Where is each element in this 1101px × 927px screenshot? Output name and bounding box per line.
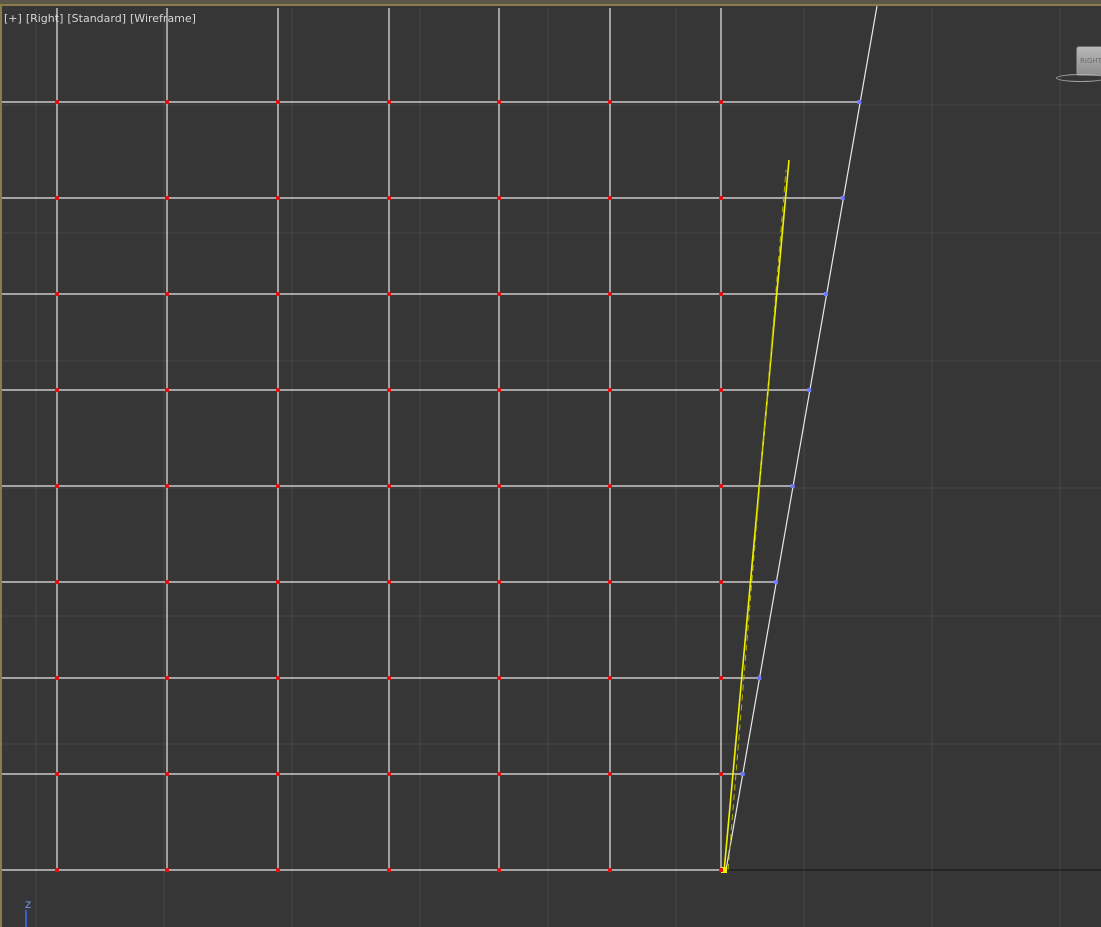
mesh-vertex — [387, 292, 391, 296]
viewport-active-border-top — [0, 0, 1101, 6]
mesh-vertex — [387, 100, 391, 104]
mesh-vertex — [165, 100, 169, 104]
mesh-vertex — [55, 580, 59, 584]
mesh-vertex — [276, 676, 280, 680]
mesh-vertex — [608, 196, 612, 200]
mesh-vertex — [387, 196, 391, 200]
viewport-scene[interactable] — [0, 0, 1101, 927]
viewport-shading-menu[interactable]: [Standard] — [67, 12, 126, 26]
mesh-vertex — [719, 772, 723, 776]
mesh-vertex — [165, 580, 169, 584]
viewport-display-menu[interactable]: [Wireframe] — [130, 12, 196, 26]
mesh-vertex-selected — [790, 484, 795, 488]
mesh-vertex-selected — [807, 388, 812, 392]
mesh-vertex — [165, 292, 169, 296]
mesh-vertex — [497, 580, 501, 584]
mesh-vertex — [497, 100, 501, 104]
mesh-vertex — [165, 484, 169, 488]
mesh-vertex — [387, 580, 391, 584]
mesh-vertex-selected — [840, 196, 845, 200]
viewcube-face-right[interactable]: RIGHT — [1076, 46, 1101, 76]
mesh-vertex — [276, 196, 280, 200]
mesh-vertex — [719, 868, 723, 872]
mesh-vertex — [608, 676, 612, 680]
mesh-vertex — [165, 676, 169, 680]
mesh-vertex-selected — [740, 772, 745, 776]
mesh-vertex — [387, 868, 391, 872]
mesh-vertex — [719, 580, 723, 584]
mesh-vertex-selected — [857, 100, 862, 104]
mesh-vertex — [55, 676, 59, 680]
mesh-vertex — [165, 772, 169, 776]
mesh-vertex — [55, 292, 59, 296]
mesh-vertex — [608, 580, 612, 584]
mesh-vertex — [276, 868, 280, 872]
mesh-vertex — [719, 292, 723, 296]
viewport-right-wireframe[interactable]: [+] [Right] [Standard] [Wireframe] RIGHT… — [0, 0, 1101, 927]
mesh-vertex — [497, 292, 501, 296]
viewcube-compass-ring[interactable] — [1056, 74, 1101, 82]
mesh-vertex — [276, 388, 280, 392]
mesh-vertex — [608, 388, 612, 392]
mesh-vertex — [165, 196, 169, 200]
mesh-vertex — [387, 388, 391, 392]
spline-line — [723, 159, 790, 873]
mesh-vertex — [276, 292, 280, 296]
mesh-vertex — [608, 868, 612, 872]
mesh-vertex-selected — [774, 580, 778, 584]
mesh-vertex — [276, 580, 280, 584]
mesh-vertex — [608, 100, 612, 104]
mesh-vertex — [719, 676, 723, 680]
mesh-vertex — [608, 484, 612, 488]
mesh-vertex — [55, 196, 59, 200]
mesh-vertex — [165, 868, 169, 872]
mesh-vertex — [276, 100, 280, 104]
mesh-vertex — [276, 484, 280, 488]
mesh-vertex — [497, 772, 501, 776]
mesh-edge-slanted — [725, 5, 878, 871]
mesh-vertex — [608, 772, 612, 776]
mesh-vertex-selected — [824, 292, 828, 296]
mesh-vertex — [387, 772, 391, 776]
viewport-active-border-left — [0, 6, 2, 927]
mesh-vertex — [55, 484, 59, 488]
mesh-vertex — [55, 868, 59, 872]
mesh-vertex — [387, 484, 391, 488]
mesh-vertex — [608, 292, 612, 296]
mesh-vertex — [719, 100, 723, 104]
mesh-vertex-selected — [757, 676, 762, 680]
axis-z-label: Z — [25, 901, 31, 911]
mesh-vertex — [719, 484, 723, 488]
mesh-vertex — [497, 196, 501, 200]
mesh-vertex — [497, 676, 501, 680]
mesh-vertex — [165, 388, 169, 392]
axis-tripod-icon: Z — [25, 901, 31, 927]
mesh-vertex — [497, 484, 501, 488]
mesh-vertex — [719, 196, 723, 200]
viewcube[interactable]: RIGHT — [1056, 44, 1101, 84]
spline-dashed-line — [727, 169, 787, 871]
mesh-vertex — [55, 772, 59, 776]
viewport-plus-menu[interactable]: [+] — [4, 12, 22, 26]
mesh-vertex — [55, 388, 59, 392]
viewport-view-menu[interactable]: [Right] — [26, 12, 64, 26]
mesh-vertex — [497, 868, 501, 872]
mesh-vertex — [387, 676, 391, 680]
mesh-vertex — [719, 388, 723, 392]
mesh-vertex — [55, 100, 59, 104]
mesh-vertex — [276, 772, 280, 776]
viewport-label-menu: [+] [Right] [Standard] [Wireframe] — [4, 12, 196, 26]
mesh-vertex — [497, 388, 501, 392]
